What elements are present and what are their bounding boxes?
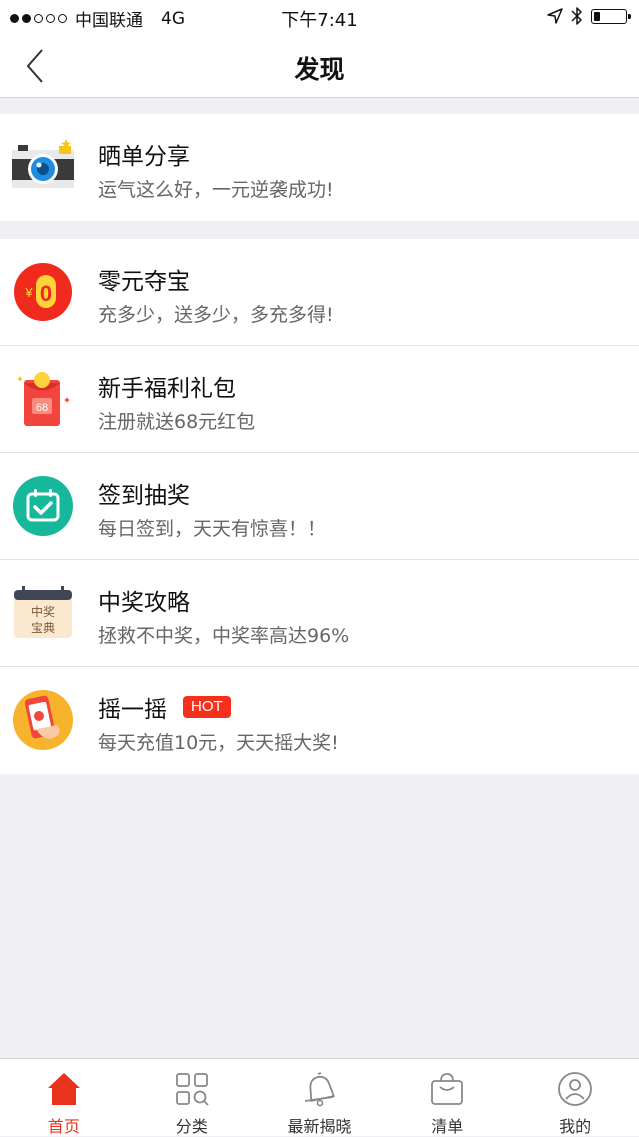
svg-text:0: 0 [40, 281, 52, 306]
list-item-subtitle: 每日签到，天天有惊喜！！ [98, 518, 327, 540]
list-item-title: 中奖攻略 [98, 583, 190, 617]
svg-text:68: 68 [36, 402, 48, 414]
list-item-title: 签到抽奖 [98, 476, 190, 510]
guide-icon-text-1: 中奖 [31, 604, 55, 619]
tab-label: 分类 [175, 1117, 208, 1136]
title-text: 中奖攻略 [98, 590, 190, 616]
page-title: 发现 [294, 55, 345, 84]
list-item-subtitle: 每天充值10元，天天摇大奖! [98, 732, 339, 754]
battery-level [594, 11, 600, 21]
tab-label: 最新揭晓 [287, 1117, 352, 1136]
list-item-title: 新手福利礼包 [98, 369, 236, 403]
title-text: 新手福利礼包 [98, 376, 236, 402]
tab-category[interactable]: 分类 [128, 1059, 256, 1136]
list-item-share-orders[interactable]: 晒单分享 运气这么好，一元逆袭成功! [0, 114, 639, 221]
shake-phone-icon [13, 690, 73, 750]
discover-group-2: 0 ¥ 零元夺宝 充多少，送多少，多充多得! 68 新手福利礼包 注册就送68元… [0, 239, 639, 774]
discover-group-1: 晒单分享 运气这么好，一元逆袭成功! [0, 114, 639, 221]
tab-label: 清单 [431, 1117, 464, 1136]
list-item-subtitle: 运气这么好，一元逆袭成功! [98, 179, 334, 201]
shopping-bag-icon [431, 1073, 464, 1105]
user-icon [558, 1072, 592, 1106]
status-time: 下午7:41 [281, 10, 358, 31]
zero-coin-icon: 0 ¥ [14, 263, 72, 321]
title-text: 签到抽奖 [98, 483, 190, 509]
tab-latest-results[interactable]: 最新揭晓 [256, 1059, 384, 1136]
location-arrow-icon [547, 8, 563, 24]
guide-book-icon: 中奖 宝典 [14, 586, 72, 638]
tab-home[interactable]: 首页 [0, 1059, 128, 1136]
list-item-subtitle: 充多少，送多少，多充多得! [98, 304, 334, 326]
list-item-winning-guide[interactable]: 中奖 宝典 中奖攻略 拯救不中奖，中奖率高达96% [0, 560, 639, 667]
list-item-subtitle: 拯救不中奖，中奖率高达96% [98, 625, 350, 647]
list-item-newbie-gift[interactable]: 68 新手福利礼包 注册就送68元红包 [0, 346, 639, 453]
list-item-title: 摇一摇 HOT [98, 690, 231, 724]
svg-text:¥: ¥ [24, 285, 33, 300]
tab-label: 我的 [559, 1117, 592, 1136]
calendar-check-icon [13, 476, 73, 536]
title-text: 晒单分享 [98, 144, 190, 170]
battery-icon [591, 8, 631, 24]
title-text: 摇一摇 [98, 697, 167, 723]
camera-icon [12, 139, 74, 188]
status-right [547, 6, 631, 26]
guide-icon-text-2: 宝典 [31, 621, 55, 635]
tab-bar: 首页 分类 最新揭晓 清单 我的 [0, 1058, 639, 1136]
list-item-checkin-lottery[interactable]: 签到抽奖 每日签到，天天有惊喜！！ [0, 453, 639, 560]
list-item-zero-treasure[interactable]: 0 ¥ 零元夺宝 充多少，送多少，多充多得! [0, 239, 639, 346]
nav-bar: 发现 [0, 34, 639, 98]
list-item-title: 零元夺宝 [98, 262, 190, 296]
list-item-shake[interactable]: 摇一摇 HOT 每天充值10元，天天摇大奖! [0, 667, 639, 774]
bluetooth-icon [571, 7, 582, 25]
tab-list[interactable]: 清单 [383, 1059, 511, 1136]
status-bar: 中国联通 4G 下午7:41 [0, 0, 639, 34]
red-envelope-icon: 68 [17, 372, 70, 426]
list-item-title: 晒单分享 [98, 137, 190, 171]
tab-label: 首页 [47, 1117, 80, 1136]
category-grid-icon [175, 1073, 209, 1106]
title-text: 零元夺宝 [98, 269, 190, 295]
bell-icon [305, 1072, 336, 1107]
hot-badge: HOT [183, 696, 231, 718]
home-icon [47, 1073, 80, 1105]
list-item-subtitle: 注册就送68元红包 [98, 411, 256, 433]
tab-mine[interactable]: 我的 [511, 1059, 639, 1136]
